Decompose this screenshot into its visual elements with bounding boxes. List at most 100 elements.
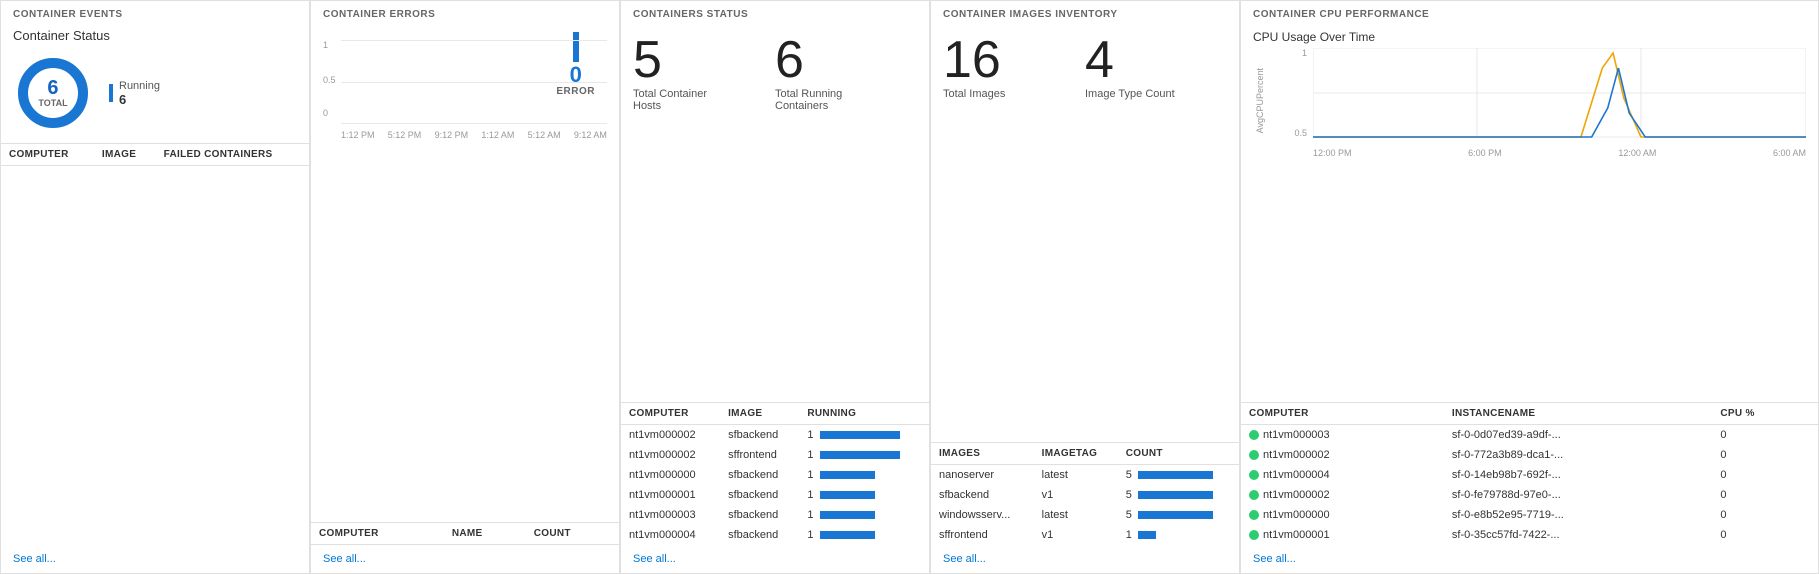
status-running: 1 — [799, 525, 929, 545]
cpu-instance: sf-0-0d07ed39-a9df-... — [1444, 425, 1713, 446]
status-dot — [1249, 510, 1259, 520]
y-label-1: 1 — [323, 40, 328, 50]
status-dot — [1249, 530, 1259, 540]
stat-total-images-label: Total Images — [943, 88, 1043, 100]
status-dot — [1249, 470, 1259, 480]
errors-table: COMPUTER NAME COUNT — [311, 522, 619, 545]
table-row: nt1vm000002 sf-0-fe79788d-97e0-... 0 — [1241, 485, 1818, 505]
image-tag: v1 — [1034, 525, 1118, 545]
status-running: 1 — [799, 425, 929, 446]
cpu-x-1: 12:00 PM — [1313, 148, 1352, 158]
status-image: sfbackend — [720, 465, 799, 485]
table-row: nt1vm000003 sf-0-0d07ed39-a9df-... 0 — [1241, 425, 1818, 446]
status-computer: nt1vm000002 — [621, 445, 720, 465]
images-col-count: COUNT — [1118, 443, 1239, 465]
image-bar — [1138, 491, 1213, 499]
cpu-instance: sf-0-fe79788d-97e0-... — [1444, 485, 1713, 505]
errors-header: CONTAINER ERRORS — [311, 1, 619, 24]
status-col-computer: COMPUTER — [621, 403, 720, 425]
donut-number: 6 — [38, 77, 67, 99]
legend-running-label: Running — [119, 80, 160, 92]
image-tag: latest — [1034, 505, 1118, 525]
legend-running: Running 6 — [109, 80, 160, 107]
legend-bar-running — [109, 84, 113, 102]
chart-line-mid — [341, 82, 607, 83]
images-see-all[interactable]: See all... — [931, 545, 1239, 573]
events-donut-section: 6 TOTAL Running 6 — [1, 43, 309, 143]
errors-col-name: NAME — [444, 523, 526, 545]
cpu-percent: 0 — [1712, 485, 1818, 505]
errors-see-all[interactable]: See all... — [311, 545, 619, 573]
running-bar — [820, 511, 875, 519]
images-col-tag: IMAGETAG — [1034, 443, 1118, 465]
cpu-x-labels: 12:00 PM 6:00 PM 12:00 AM 6:00 AM — [1313, 148, 1806, 158]
chart-line-bot — [341, 123, 607, 124]
status-computer: nt1vm000002 — [621, 425, 720, 446]
image-name: sffrontend — [931, 525, 1034, 545]
y-label-05: 0.5 — [323, 75, 336, 85]
stat-running: 6 Total Running Containers — [775, 34, 917, 392]
cpu-computer: nt1vm000003 — [1241, 425, 1444, 446]
cpu-col-cpu: CPU % — [1712, 403, 1818, 425]
dashboard: CONTAINER EVENTS Container Status 6 TOTA… — [0, 0, 1819, 574]
x-label-3: 9:12 PM — [435, 130, 469, 140]
legend-running-value: 6 — [119, 92, 160, 107]
status-computer: nt1vm000001 — [621, 485, 720, 505]
x-labels: 1:12 PM 5:12 PM 9:12 PM 1:12 AM 5:12 AM … — [341, 130, 607, 140]
x-label-2: 5:12 PM — [388, 130, 422, 140]
status-computer: nt1vm000003 — [621, 505, 720, 525]
x-label-4: 1:12 AM — [481, 130, 514, 140]
image-count: 5 — [1118, 485, 1239, 505]
cpu-see-all[interactable]: See all... — [1241, 545, 1818, 573]
cpu-x-3: 12:00 AM — [1618, 148, 1656, 158]
running-bar — [820, 451, 900, 459]
cpu-table: COMPUTER INSTANCENAME CPU % nt1vm000003 … — [1241, 402, 1818, 545]
panel-cpu: CONTAINER CPU PERFORMANCE CPU Usage Over… — [1240, 0, 1819, 574]
images-header: CONTAINER IMAGES INVENTORY — [931, 1, 1239, 24]
image-name: windowsserv... — [931, 505, 1034, 525]
table-row: nt1vm000004 sfbackend 1 — [621, 525, 929, 545]
cpu-computer: nt1vm000002 — [1241, 485, 1444, 505]
chart-line-top — [341, 40, 607, 41]
cpu-instance: sf-0-35cc57fd-7422-... — [1444, 525, 1713, 545]
image-tag: v1 — [1034, 485, 1118, 505]
cpu-instance: sf-0-14eb98b7-692f-... — [1444, 465, 1713, 485]
chart-lines — [341, 40, 607, 124]
cpu-col-computer: COMPUTER — [1241, 403, 1444, 425]
cpu-col-instance: INSTANCENAME — [1444, 403, 1713, 425]
cpu-y-05: 0.5 — [1294, 128, 1309, 138]
status-see-all[interactable]: See all... — [621, 545, 929, 573]
cpu-percent: 0 — [1712, 465, 1818, 485]
errors-chart-area: 0 ERROR 1 0.5 0 1:12 PM 5:12 PM 9:12 PM … — [311, 24, 619, 522]
stat-image-types: 4 Image Type Count — [1085, 34, 1227, 432]
status-big-stats: 5 Total Container Hosts 6 Total Running … — [621, 24, 929, 402]
table-row: nt1vm000002 sf-0-772a3b89-dca1-... 0 — [1241, 445, 1818, 465]
events-table: COMPUTER IMAGE FAILED CONTAINERS — [1, 143, 309, 166]
status-image: sfbackend — [720, 505, 799, 525]
error-chart-wrapper: 1 0.5 0 1:12 PM 5:12 PM 9:12 PM 1:12 AM … — [323, 40, 607, 140]
cpu-chart-title: CPU Usage Over Time — [1253, 30, 1806, 44]
cpu-computer: nt1vm000002 — [1241, 445, 1444, 465]
cpu-percent: 0 — [1712, 425, 1818, 446]
cpu-computer: nt1vm000000 — [1241, 505, 1444, 525]
events-see-all[interactable]: See all... — [1, 545, 309, 573]
stat-total-images: 16 Total Images — [943, 34, 1085, 432]
status-dot — [1249, 490, 1259, 500]
image-bar — [1138, 511, 1213, 519]
events-col-computer: COMPUTER — [1, 144, 94, 166]
image-bar — [1138, 531, 1156, 539]
cpu-computer: nt1vm000004 — [1241, 465, 1444, 485]
table-row: windowsserv... latest 5 — [931, 505, 1239, 525]
donut-chart: 6 TOTAL — [13, 53, 93, 133]
donut-total-label: TOTAL — [38, 99, 67, 109]
status-running: 1 — [799, 485, 929, 505]
donut-label: 6 TOTAL — [38, 77, 67, 109]
status-image: sffrontend — [720, 445, 799, 465]
errors-col-count: COUNT — [526, 523, 619, 545]
image-count: 1 — [1118, 525, 1239, 545]
cpu-percent: 0 — [1712, 505, 1818, 525]
cpu-x-2: 6:00 PM — [1468, 148, 1502, 158]
status-header: CONTAINERS STATUS — [621, 1, 929, 24]
table-row: nt1vm000000 sfbackend 1 — [621, 465, 929, 485]
status-computer: nt1vm000004 — [621, 525, 720, 545]
